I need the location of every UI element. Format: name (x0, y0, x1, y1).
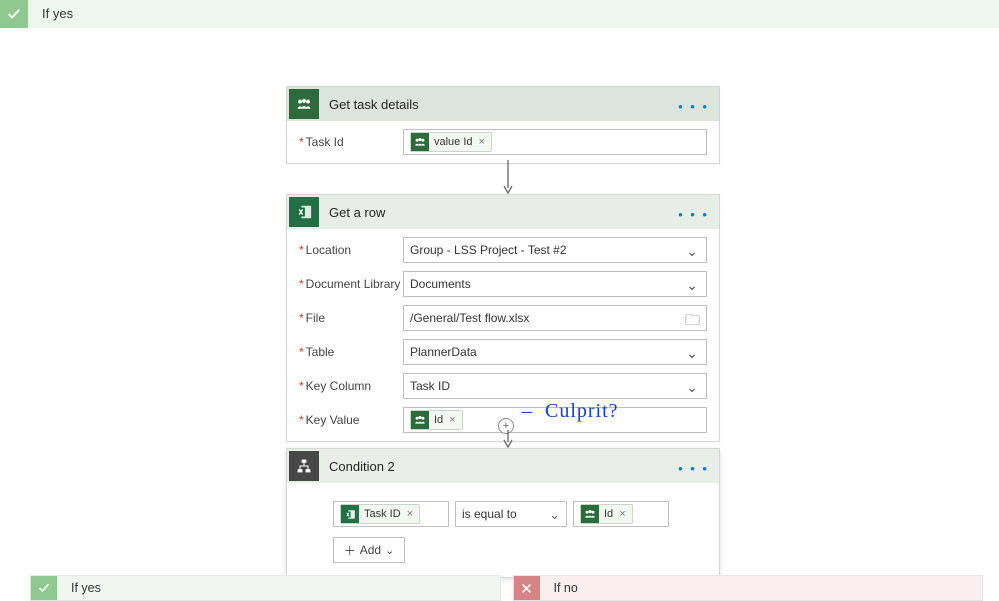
chevron-down-icon: ⌄ (385, 544, 394, 557)
excel-icon (289, 197, 319, 227)
field-label-keycol: *Key Column (299, 379, 403, 393)
keycol-select[interactable]: Task ID ⌄ (403, 373, 707, 399)
token-remove-icon[interactable]: × (449, 414, 455, 426)
condition-left-operand[interactable]: Task ID × (333, 501, 449, 527)
operator-value: is equal to (462, 507, 517, 521)
field-label-location: *Location (299, 243, 403, 257)
chevron-down-icon: ⌄ (686, 379, 698, 396)
condition-branches: If yes If no (30, 575, 983, 601)
field-label-table: *Table (299, 345, 403, 359)
token-label: Task ID (364, 508, 401, 520)
token-value-id[interactable]: value Id × (410, 132, 492, 152)
card-header-condition[interactable]: Condition 2 • • • (287, 449, 719, 483)
if-yes-label: If yes (28, 6, 73, 21)
excel-icon (341, 505, 359, 523)
card-body-get-task: *Task Id value Id × (287, 121, 719, 163)
planner-icon (411, 133, 429, 151)
if-yes-container-header: If yes (0, 0, 999, 28)
token-remove-icon[interactable]: × (619, 508, 625, 520)
table-select[interactable]: PlannerData ⌄ (403, 339, 707, 365)
condition-right-operand[interactable]: Id × (573, 501, 669, 527)
checkmark-icon (31, 576, 57, 600)
field-label-task-id: *Task Id (299, 135, 403, 149)
field-row-keycol: *Key Column Task ID ⌄ (287, 369, 719, 403)
condition-card[interactable]: Condition 2 • • • Task ID × is equal to … (286, 448, 720, 578)
field-row-task-id: *Task Id value Id × (287, 125, 719, 159)
card-header-get-row[interactable]: Get a row • • • (287, 195, 719, 229)
action-card-get-a-row[interactable]: Get a row • • • *Location Group - LSS Pr… (286, 194, 720, 442)
close-icon (514, 576, 540, 600)
field-value: Group - LSS Project - Test #2 (410, 243, 567, 257)
doclib-select[interactable]: Documents ⌄ (403, 271, 707, 297)
planner-icon (411, 411, 429, 429)
token-remove-icon[interactable]: × (407, 508, 413, 520)
field-value: Documents (410, 277, 471, 291)
token-label: value Id (434, 136, 473, 148)
folder-icon[interactable]: 🗀 (685, 310, 700, 335)
field-row-file: *File /General/Test flow.xlsx 🗀 (287, 301, 719, 335)
branch-yes-label: If yes (57, 581, 101, 595)
task-id-input[interactable]: value Id × (403, 129, 707, 155)
token-remove-icon[interactable]: × (479, 136, 485, 148)
field-row-doclib: *Document Library Documents ⌄ (287, 267, 719, 301)
token-label: Id (604, 508, 613, 520)
card-title: Get task details (319, 97, 419, 112)
condition-row: Task ID × is equal to ⌄ Id × (333, 501, 673, 527)
chevron-down-icon: ⌄ (686, 345, 698, 362)
field-label-keyval: *Key Value (299, 413, 403, 427)
add-condition-button[interactable]: ＋ Add ⌄ (333, 537, 405, 563)
field-value: PlannerData (410, 345, 477, 359)
keyval-input[interactable]: Id × (403, 407, 707, 433)
card-menu-button[interactable]: • • • (678, 207, 709, 222)
planner-icon (581, 505, 599, 523)
field-label-doclib: *Document Library (299, 277, 403, 291)
condition-body: Task ID × is equal to ⌄ Id × (287, 483, 719, 577)
branch-no-label: If no (540, 581, 578, 595)
field-row-table: *Table PlannerData ⌄ (287, 335, 719, 369)
add-label: Add (360, 543, 381, 557)
planner-icon (289, 89, 319, 119)
connector-arrow (503, 430, 513, 448)
action-card-get-task-details[interactable]: Get task details • • • *Task Id value Id… (286, 86, 720, 164)
plus-icon: ＋ (344, 542, 356, 559)
condition-icon (289, 451, 319, 481)
condition-operator-select[interactable]: is equal to ⌄ (455, 501, 567, 527)
token-label: Id (434, 414, 443, 426)
flow-canvas: Get task details • • • *Task Id value Id… (0, 28, 999, 548)
card-header-get-task[interactable]: Get task details • • • (287, 87, 719, 121)
file-picker[interactable]: /General/Test flow.xlsx 🗀 (403, 305, 707, 331)
token-task-id[interactable]: Task ID × (340, 504, 420, 524)
branch-if-yes[interactable]: If yes (30, 575, 501, 601)
connector-arrow (503, 160, 513, 194)
chevron-down-icon: ⌄ (686, 243, 698, 260)
field-value: Task ID (410, 379, 450, 393)
card-menu-button[interactable]: • • • (678, 461, 709, 476)
chevron-down-icon: ⌄ (686, 277, 698, 294)
field-label-file: *File (299, 311, 403, 325)
checkmark-icon (0, 0, 28, 28)
token-id[interactable]: Id × (410, 410, 463, 430)
card-title: Condition 2 (319, 459, 395, 474)
field-row-location: *Location Group - LSS Project - Test #2 … (287, 233, 719, 267)
card-menu-button[interactable]: • • • (678, 99, 709, 114)
branch-if-no[interactable]: If no (513, 575, 984, 601)
token-id[interactable]: Id × (580, 504, 633, 524)
card-body-get-row: *Location Group - LSS Project - Test #2 … (287, 229, 719, 441)
card-title: Get a row (319, 205, 385, 220)
location-select[interactable]: Group - LSS Project - Test #2 ⌄ (403, 237, 707, 263)
chevron-down-icon: ⌄ (549, 507, 560, 523)
field-value: /General/Test flow.xlsx (410, 311, 529, 325)
